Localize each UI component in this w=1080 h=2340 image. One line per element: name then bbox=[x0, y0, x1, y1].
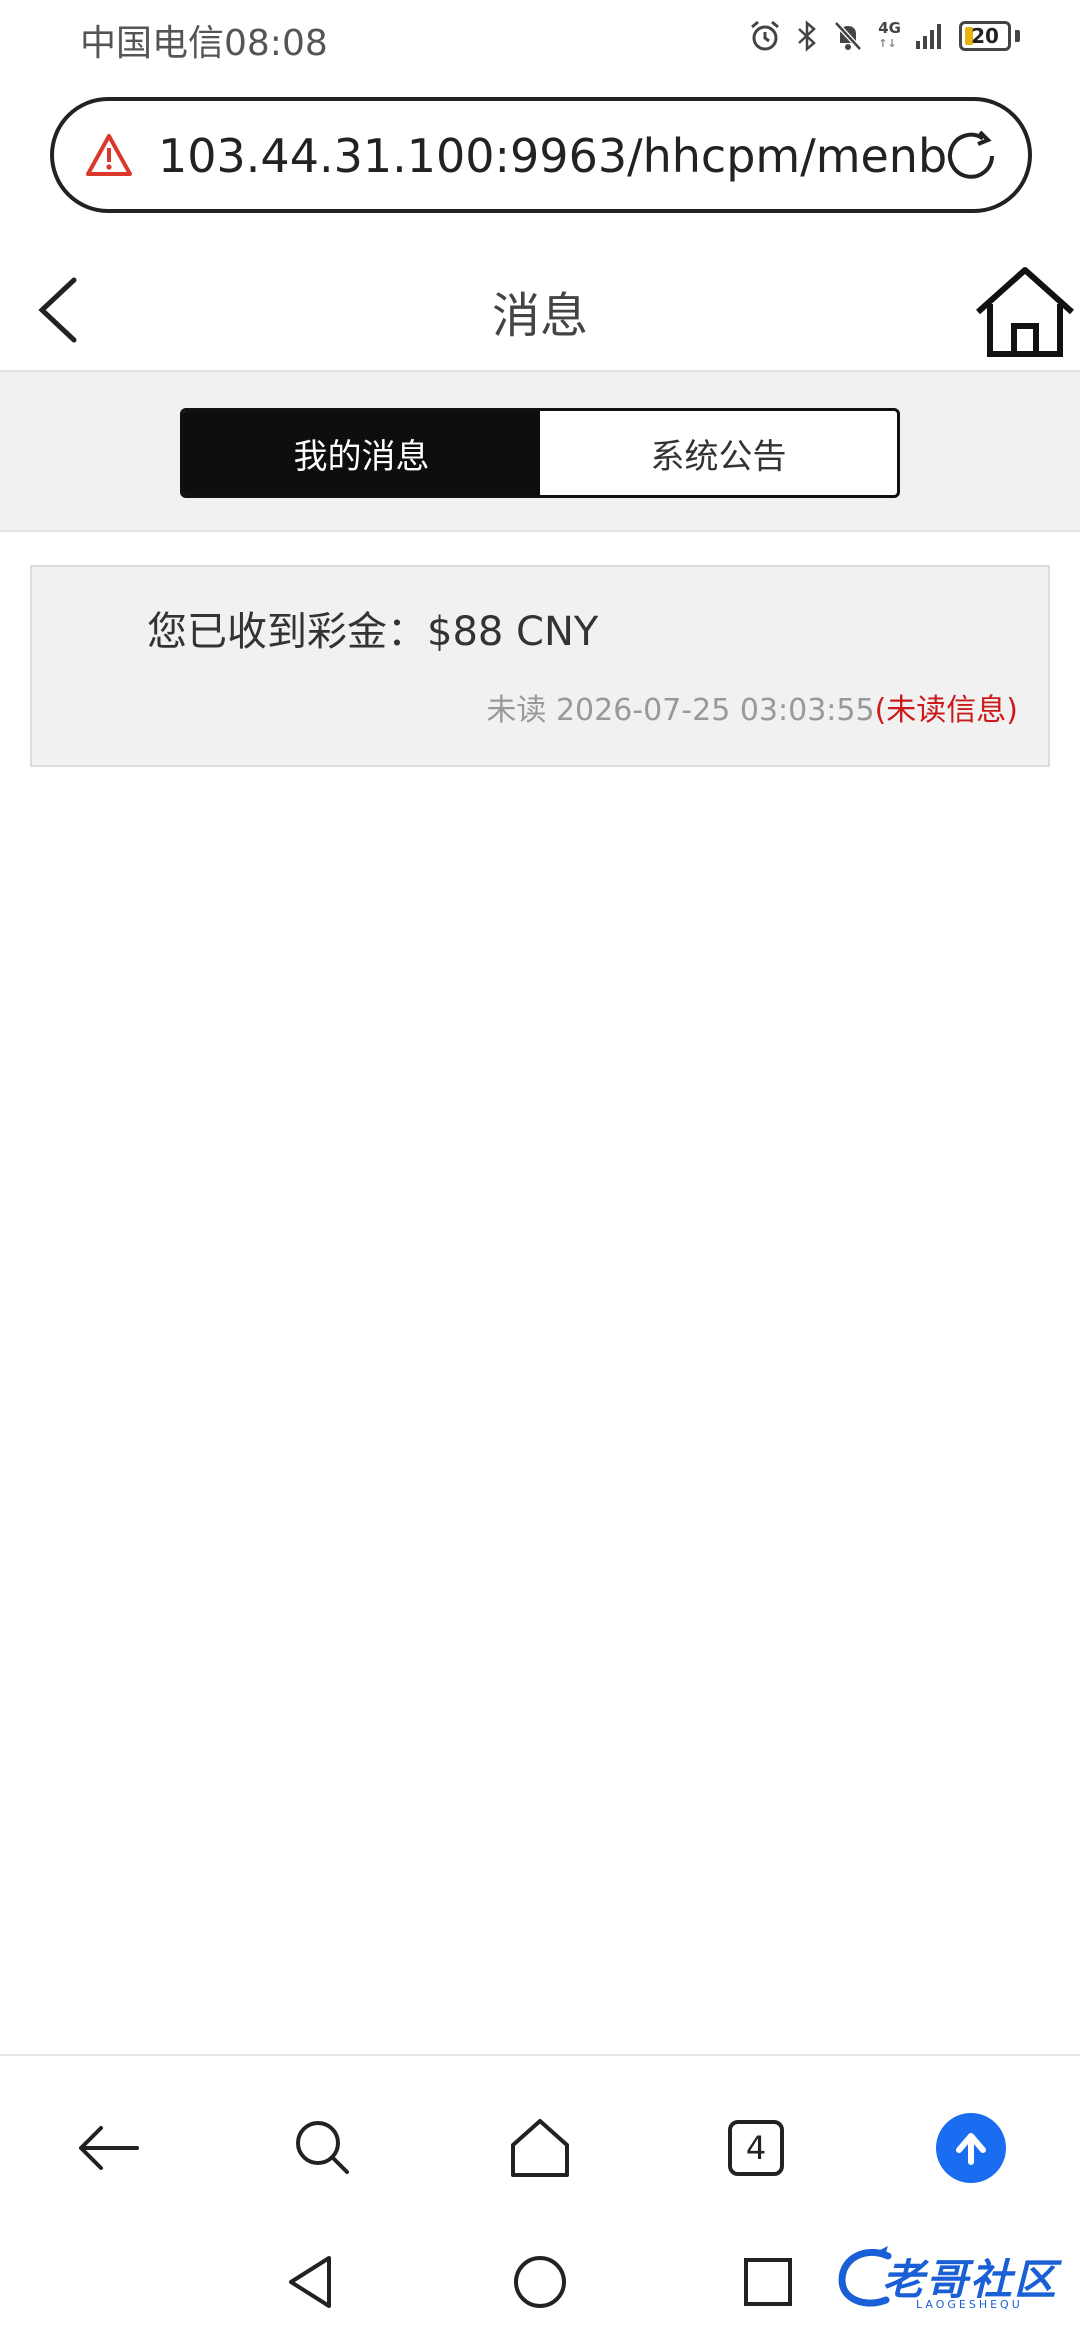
tabs-area: 我的消息 系统公告 bbox=[0, 372, 1080, 532]
status-bar: 中国电信08:08 4G ↑↓ 20 bbox=[0, 0, 1080, 76]
upload-icon bbox=[936, 2113, 1006, 2183]
system-recents-button[interactable] bbox=[738, 2252, 798, 2312]
page-title: 消息 bbox=[491, 288, 588, 344]
tab-system-announcements[interactable]: 系统公告 bbox=[540, 411, 897, 495]
tabs-count: 4 bbox=[745, 2129, 767, 2167]
network-type: 4G bbox=[878, 19, 901, 37]
battery-level: 20 bbox=[971, 24, 999, 48]
message-meta: 未读 2026-07-25 03:03:55(未读信息) bbox=[486, 685, 1018, 729]
nav-back-button[interactable] bbox=[68, 2108, 148, 2188]
warning-icon[interactable] bbox=[84, 131, 134, 181]
nav-upload-button[interactable] bbox=[931, 2108, 1011, 2188]
back-arrow-icon bbox=[79, 2126, 139, 2170]
carrier-time: 中国电信08:08 bbox=[80, 23, 328, 64]
home-button[interactable] bbox=[970, 262, 1080, 362]
address-bar[interactable]: 103.44.31.100:9963/hhcpm/menb bbox=[50, 97, 1032, 213]
message-time: 2026-07-25 03:03:55 bbox=[555, 693, 875, 728]
url-text[interactable]: 103.44.31.100:9963/hhcpm/menb bbox=[158, 119, 958, 193]
square-recents-icon bbox=[744, 2258, 792, 2306]
system-back-button[interactable] bbox=[280, 2252, 340, 2312]
message-status: 未读 bbox=[486, 693, 556, 728]
nav-search-button[interactable] bbox=[283, 2108, 363, 2188]
search-icon bbox=[296, 2121, 349, 2174]
home-icon bbox=[511, 2119, 569, 2177]
tabs-icon: 4 bbox=[728, 2120, 784, 2176]
battery-icon: 20 bbox=[959, 21, 1011, 51]
tab-my-messages[interactable]: 我的消息 bbox=[183, 411, 540, 495]
message-item[interactable]: 您已收到彩金：$88 CNY 未读 2026-07-25 03:03:55(未读… bbox=[30, 565, 1050, 767]
arrow-up-icon bbox=[956, 2133, 986, 2165]
network-sub: ↑↓ bbox=[878, 37, 897, 50]
message-tabs: 我的消息 系统公告 bbox=[180, 408, 900, 498]
nav-tabs-button[interactable]: 4 bbox=[716, 2108, 796, 2188]
system-home-button[interactable] bbox=[510, 2252, 570, 2312]
watermark-logo: 老哥社区 LAOGESHEQU bbox=[836, 2238, 1066, 2318]
refresh-icon[interactable] bbox=[940, 125, 1002, 187]
triangle-back-icon bbox=[289, 2256, 331, 2308]
page-header: 消息 bbox=[0, 248, 1080, 372]
bluetooth-icon bbox=[798, 20, 817, 52]
bell-muted-icon bbox=[834, 21, 863, 51]
watermark-subtext: LAOGESHEQU bbox=[916, 2298, 1023, 2311]
signal-icon bbox=[916, 24, 941, 49]
battery-cap bbox=[1015, 30, 1020, 42]
circle-home-icon bbox=[514, 2256, 566, 2308]
nav-home-button[interactable] bbox=[500, 2108, 580, 2188]
message-text: 您已收到彩金：$88 CNY bbox=[147, 609, 599, 655]
browser-toolbar: 4 bbox=[0, 2054, 1080, 2224]
status-icons: 4G ↑↓ 20 bbox=[748, 14, 1020, 58]
alarm-icon bbox=[751, 20, 780, 51]
message-unread-flag: (未读信息) bbox=[874, 693, 1018, 728]
